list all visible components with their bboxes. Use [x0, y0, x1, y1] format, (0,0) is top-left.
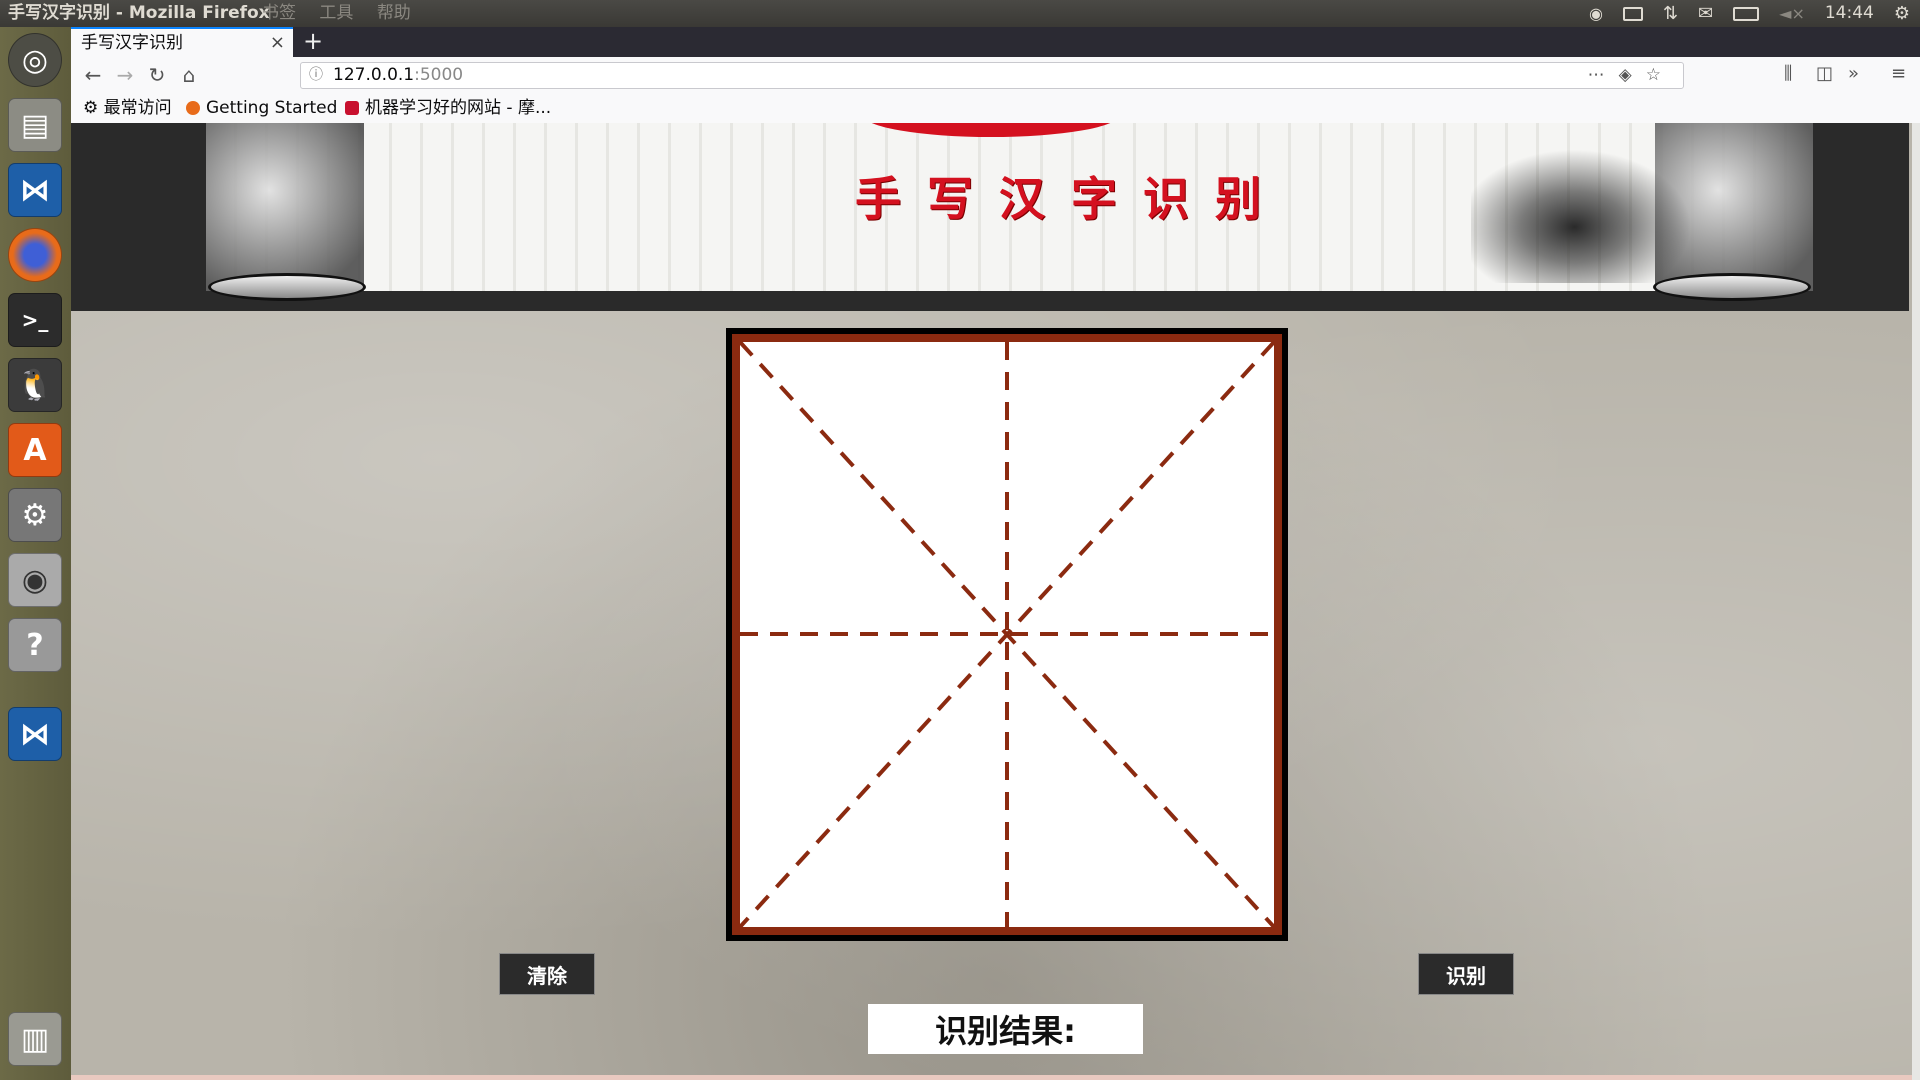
url-bar[interactable]: ⓘ 127.0.0.1:5000 ⋯◈☆ — [300, 62, 1684, 89]
back-icon[interactable]: ← — [81, 63, 105, 87]
csdn-icon — [345, 101, 359, 115]
menu-bookmarks[interactable]: 书签 — [262, 3, 296, 23]
tab-title: 手写汉字识别 — [81, 33, 183, 53]
trash-icon[interactable]: ▥ — [8, 1012, 62, 1066]
url-port: :5000 — [414, 65, 464, 85]
menu-help[interactable]: 帮助 — [377, 3, 411, 23]
firefox-icon[interactable] — [8, 228, 62, 282]
tab-active[interactable]: 手写汉字识别 × — [71, 27, 293, 57]
forward-icon[interactable]: → — [113, 63, 137, 87]
vscode-icon[interactable]: ⋈ — [8, 163, 62, 217]
writing-pad-frame — [726, 328, 1288, 941]
home-icon[interactable]: ⌂ — [177, 63, 201, 87]
pocket-icon[interactable]: ◈ — [1619, 65, 1646, 85]
volume-icon[interactable]: ◄× — [1779, 0, 1805, 27]
overflow-icon[interactable]: » — [1848, 63, 1859, 84]
window-title: 手写汉字识别 - Mozilla Firefox — [8, 3, 270, 23]
reload-icon[interactable]: ↻ — [145, 63, 169, 87]
library-icon[interactable]: ⫼ — [1784, 63, 1792, 84]
scroll-roll-left — [208, 273, 366, 301]
keyboard-icon[interactable] — [1622, 6, 1643, 21]
page-scrollbar[interactable] — [1912, 123, 1920, 1080]
qq-tray-icon[interactable]: ◉ — [1589, 0, 1603, 27]
software-center-icon[interactable]: A — [8, 423, 62, 477]
cloud-ornament-left — [206, 123, 364, 291]
result-label: 识别结果: — [935, 1012, 1076, 1050]
terminal-icon[interactable]: >_ — [8, 293, 62, 347]
top-panel: 手写汉字识别 - Mozilla Firefox 书签 工具 帮助 ◉ ⇅ ✉ … — [0, 0, 1920, 27]
clear-button[interactable]: 清除 — [499, 953, 595, 995]
gear-icon[interactable]: ⚙ — [1894, 0, 1910, 27]
network-icon[interactable]: ⇅ — [1663, 0, 1678, 27]
url-host: 127.0.0.1 — [333, 65, 415, 85]
bookmark-ml-sites[interactable]: 机器学习好的网站 - 摩... — [345, 95, 551, 122]
battery-icon[interactable] — [1733, 6, 1760, 21]
grid-guides — [740, 342, 1274, 927]
new-tab-button[interactable]: + — [303, 27, 323, 57]
qq-icon[interactable]: 🐧 — [8, 358, 62, 412]
page-content: 手写汉字识别 清除 识别 识别结果: — [71, 123, 1920, 1080]
screenshot-icon[interactable]: ◉ — [8, 553, 62, 607]
recognize-button[interactable]: 识别 — [1418, 953, 1514, 995]
bookmark-most-visited[interactable]: ⚙ 最常访问 — [83, 95, 172, 122]
nav-bar: ← → ↻ ⌂ ⓘ 127.0.0.1:5000 ⋯◈☆ ⫼ ◫ » ≡ — [71, 57, 1920, 96]
ink-painting — [1471, 143, 1701, 283]
launcher: ◎ ▤ ⋈ >_ 🐧 A ⚙ ◉ ? ⋈ ▥ — [0, 27, 72, 1080]
files-icon[interactable]: ▤ — [8, 98, 62, 152]
bottom-divider — [71, 1075, 1920, 1080]
result-box: 识别结果: — [868, 1004, 1143, 1054]
system-settings-icon[interactable]: ⚙ — [8, 488, 62, 542]
info-icon[interactable]: ⓘ — [309, 63, 323, 88]
system-tray: ◉ ⇅ ✉ ◄× 14:44 ⚙ — [1589, 0, 1910, 27]
firefox-icon — [186, 101, 200, 115]
mail-icon[interactable]: ✉ — [1698, 0, 1713, 27]
banner-title: 手写汉字识别 — [855, 172, 1287, 226]
help-icon[interactable]: ? — [8, 618, 62, 672]
menu-tools[interactable]: 工具 — [319, 3, 353, 23]
menu-bar: 书签 工具 帮助 — [262, 0, 429, 27]
tab-bar: 手写汉字识别 × + — [71, 27, 1920, 57]
gear-icon: ⚙ — [83, 98, 104, 118]
writing-pad[interactable] — [732, 334, 1282, 935]
clock[interactable]: 14:44 — [1825, 0, 1874, 27]
sidebar-icon[interactable]: ◫ — [1816, 63, 1833, 84]
banner: 手写汉字识别 — [71, 123, 1909, 311]
bookmark-getting-started[interactable]: Getting Started — [186, 95, 337, 122]
desktop: 手写汉字识别 - Mozilla Firefox 书签 工具 帮助 ◉ ⇅ ✉ … — [0, 0, 1920, 1080]
hamburger-menu-icon[interactable]: ≡ — [1891, 63, 1906, 84]
close-icon[interactable]: × — [270, 29, 285, 57]
bookmark-star-icon[interactable]: ☆ — [1646, 65, 1675, 85]
vscode-icon-2[interactable]: ⋈ — [8, 707, 62, 761]
ubuntu-dash-icon[interactable]: ◎ — [8, 33, 62, 87]
bookmarks-toolbar: ⚙ 最常访问 Getting Started 机器学习好的网站 - 摩... — [71, 95, 1920, 124]
page-actions-icon[interactable]: ⋯ — [1588, 65, 1619, 85]
